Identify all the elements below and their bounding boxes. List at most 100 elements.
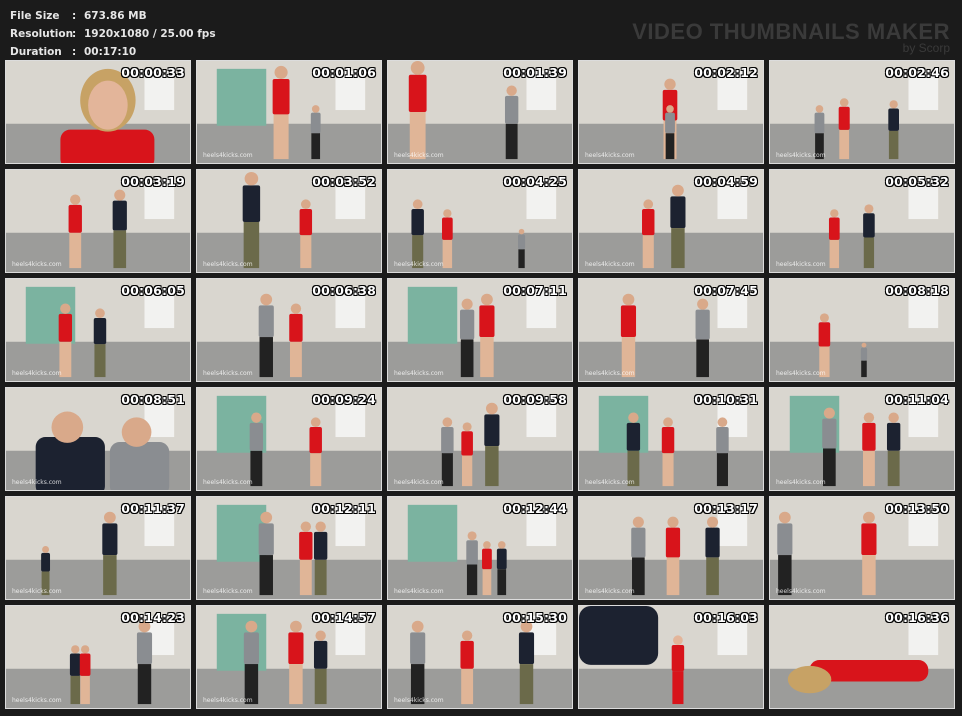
info-separator: : [72,46,77,58]
site-watermark: heels4kicks.com [585,479,635,486]
video-thumbnail[interactable]: 00:02:12 heels4kicks.com [578,60,764,164]
person-figure [460,298,475,378]
site-watermark: heels4kicks.com [585,261,635,268]
person-figure [484,402,500,487]
video-thumbnail[interactable]: 00:00:33 [5,60,191,164]
site-watermark: heels4kicks.com [203,370,253,377]
thumbnail-timestamp: 00:07:45 [694,283,758,298]
thumbnail-timestamp: 00:01:39 [503,65,567,80]
person-figure [408,61,427,160]
person-figure [863,204,875,269]
video-thumbnail[interactable]: 00:04:25 heels4kicks.com [387,169,573,273]
person-figure [289,303,303,378]
site-watermark: heels4kicks.com [394,588,444,595]
site-watermark: heels4kicks.com [203,588,253,595]
thumbnail-timestamp: 00:11:37 [121,501,185,516]
person-figure [242,171,261,269]
video-thumbnail[interactable]: 00:08:18 heels4kicks.com [769,278,955,382]
info-key: Resolution [10,28,74,40]
video-thumbnail[interactable]: 00:14:57 heels4kicks.com [196,605,382,709]
video-thumbnail[interactable]: 00:16:36 [769,605,955,709]
video-thumbnail[interactable]: 00:12:11 heels4kicks.com [196,496,382,600]
site-watermark: heels4kicks.com [203,479,253,486]
info-row: Duration:00:17:10 [10,43,216,61]
video-thumbnail[interactable]: 00:10:31 heels4kicks.com [578,387,764,491]
thumbnail-timestamp: 00:03:52 [312,174,376,189]
site-watermark: heels4kicks.com [203,152,253,159]
video-thumbnail[interactable]: 00:01:39 heels4kicks.com [387,60,573,164]
person-figure [309,417,322,487]
file-info: File Size:673.86 MB Resolution:1920x1080 … [10,7,216,61]
person-figure [518,620,535,705]
thumbnail-timestamp: 00:08:18 [885,283,949,298]
site-watermark: heels4kicks.com [776,152,826,159]
video-thumbnail[interactable]: 00:07:11 heels4kicks.com [387,278,573,382]
person-figure [671,635,685,705]
info-separator: : [72,28,77,40]
person-figure [482,541,492,596]
info-value: 673.86 MB [84,10,147,22]
person-figure [58,303,73,378]
person-figure [243,620,259,705]
thumbnail-grid: 00:00:33 00:01:06 heels4kicks.com 00:01:39 h… [5,60,958,712]
person-figure [411,199,424,269]
thumbnail-timestamp: 00:09:58 [503,392,567,407]
video-thumbnail[interactable]: 00:09:24 heels4kicks.com [196,387,382,491]
person-figure [93,308,107,378]
person-figure [441,417,454,487]
info-value: 1920x1080 / 25.00 fps [84,28,216,40]
video-thumbnail[interactable]: 00:09:58 heels4kicks.com [387,387,573,491]
video-thumbnail[interactable]: 00:14:23 heels4kicks.com [5,605,191,709]
video-thumbnail[interactable]: 00:12:44 heels4kicks.com [387,496,573,600]
video-thumbnail[interactable]: 00:07:45 heels4kicks.com [578,278,764,382]
site-watermark: heels4kicks.com [776,479,826,486]
thumbnail-timestamp: 00:14:57 [312,610,376,625]
video-thumbnail[interactable]: 00:15:30 heels4kicks.com [387,605,573,709]
person-figure [461,422,473,487]
video-thumbnail[interactable]: 00:03:52 heels4kicks.com [196,169,382,273]
video-thumbnail[interactable]: 00:05:32 heels4kicks.com [769,169,955,273]
video-thumbnail[interactable]: 00:13:50 heels4kicks.com [769,496,955,600]
thumbnail-timestamp: 00:16:36 [885,610,949,625]
thumbnail-timestamp: 00:11:04 [885,392,949,407]
video-thumbnail[interactable]: 00:02:46 heels4kicks.com [769,60,955,164]
thumbnail-timestamp: 00:15:30 [503,610,567,625]
video-thumbnail[interactable]: 00:11:04 heels4kicks.com [769,387,955,491]
person-figure [861,511,877,596]
person-figure [862,412,876,487]
thumbnail-timestamp: 00:06:05 [121,283,185,298]
person-figure [620,293,637,378]
person-figure [665,516,681,596]
person-figure [79,645,91,705]
site-watermark: heels4kicks.com [203,697,253,704]
video-thumbnail[interactable]: 00:16:03 [578,605,764,709]
site-watermark: heels4kicks.com [585,152,635,159]
video-thumbnail[interactable]: 00:01:06 heels4kicks.com [196,60,382,164]
person-figure [249,412,264,487]
video-thumbnail[interactable]: 00:06:38 heels4kicks.com [196,278,382,382]
info-row: Resolution:1920x1080 / 25.00 fps [10,25,216,43]
person-figure [69,645,81,705]
person-figure [642,199,655,269]
thumbnail-timestamp: 00:06:38 [312,283,376,298]
person-figure [313,630,328,705]
site-watermark: heels4kicks.com [776,261,826,268]
person-figure [479,293,495,378]
person-figure [299,521,313,596]
person-figure [828,209,840,269]
video-thumbnail[interactable]: 00:03:19 heels4kicks.com [5,169,191,273]
video-thumbnail[interactable]: 00:11:37 heels4kicks.com [5,496,191,600]
video-thumbnail[interactable]: 00:08:51 heels4kicks.com [5,387,191,491]
video-thumbnail[interactable]: 00:13:17 heels4kicks.com [578,496,764,600]
video-thumbnail[interactable]: 00:04:59 heels4kicks.com [578,169,764,273]
person-figure [626,412,641,487]
thumbnail-timestamp: 00:12:44 [503,501,567,516]
thumbnail-timestamp: 00:12:11 [312,501,376,516]
thumbnail-timestamp: 00:13:50 [885,501,949,516]
site-watermark: heels4kicks.com [203,261,253,268]
person-figure [112,189,127,269]
site-watermark: heels4kicks.com [12,261,62,268]
person-figure [517,228,526,269]
video-thumbnail[interactable]: 00:06:05 heels4kicks.com [5,278,191,382]
person-figure [860,342,868,378]
